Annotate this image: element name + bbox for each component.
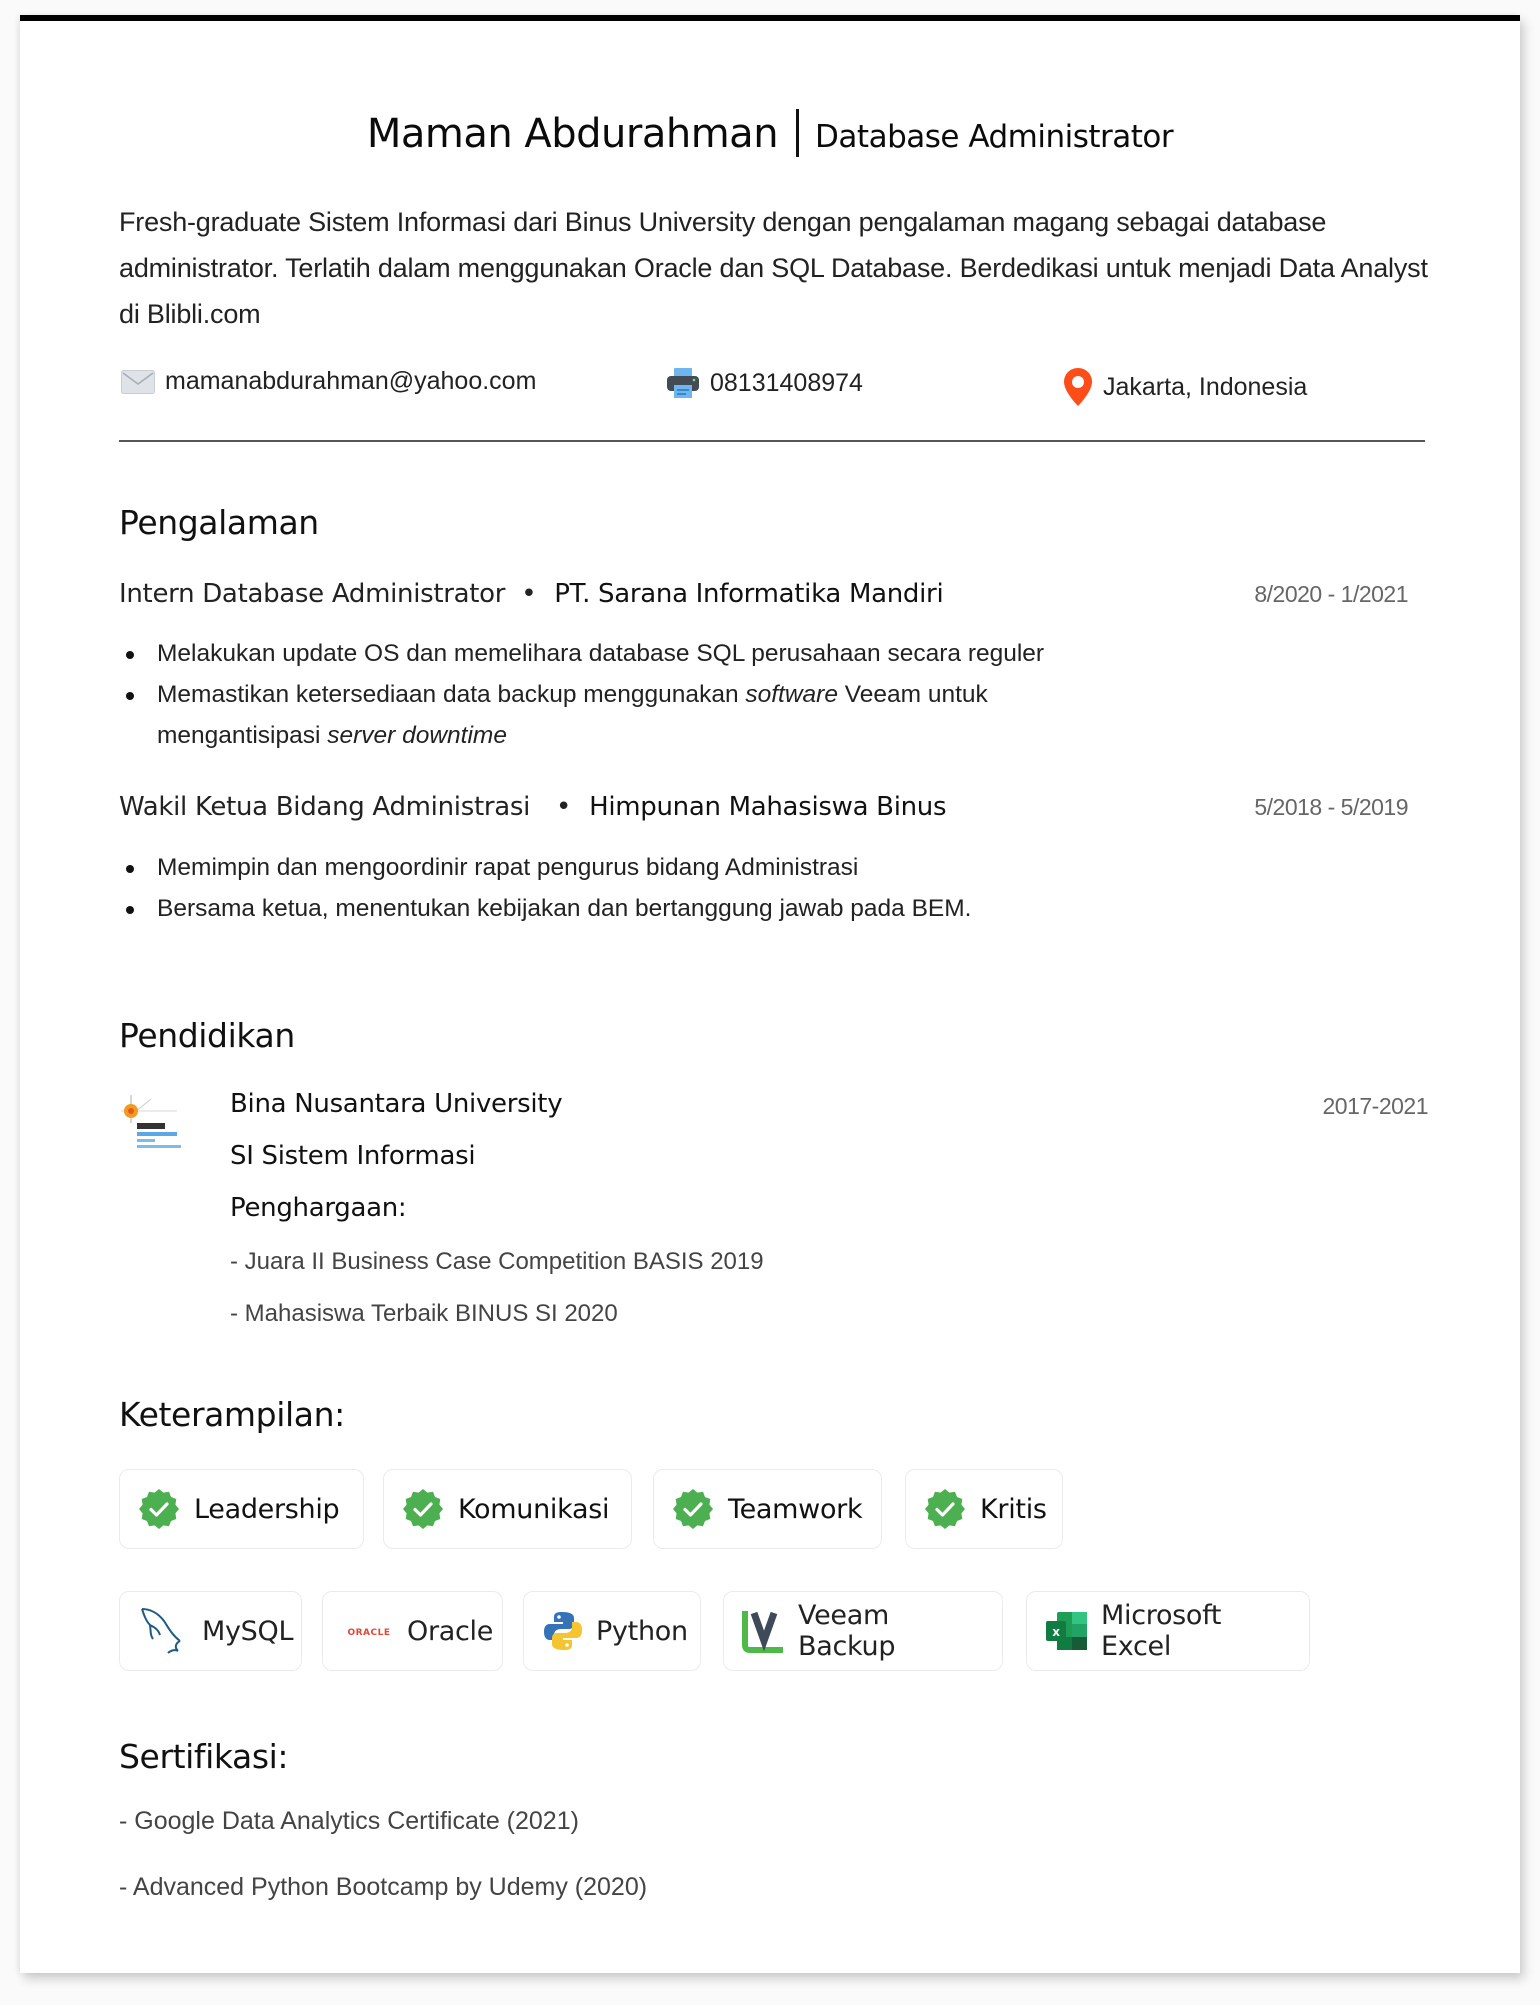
email-value: mamanabdurahman@yahoo.com xyxy=(165,367,537,395)
oracle-logo-icon: ORACLE xyxy=(341,1623,397,1639)
phone-value: 08131408974 xyxy=(710,368,863,397)
tech-pill-veeam-backup: Veeam Backup xyxy=(723,1591,1003,1671)
job-bullet-item: Bersama ketua, menentukan kebijakan dan … xyxy=(119,888,1219,929)
candidate-role: Database Administrator xyxy=(815,119,1174,155)
mysql-dolphin-icon xyxy=(138,1605,190,1657)
skill-label: Veeam Backup xyxy=(798,1600,896,1662)
binus-university-logo xyxy=(119,1093,203,1165)
tech-pill-microsoft-excel: x Microsoft Excel xyxy=(1026,1591,1310,1671)
map-pin-icon xyxy=(1063,367,1093,407)
experience-heading: Pengalaman xyxy=(119,503,319,542)
excel-logo-icon: x xyxy=(1045,1611,1089,1651)
verified-check-icon xyxy=(402,1488,444,1530)
skill-label: MySQL xyxy=(202,1615,294,1647)
contact-phone[interactable]: 08131408974 xyxy=(666,367,863,399)
job-bullet-item: Melakukan update OS dan memelihara datab… xyxy=(119,633,1129,674)
contact-location: Jakarta, Indonesia xyxy=(1063,367,1307,407)
tech-pill-python: Python xyxy=(523,1591,701,1671)
job-title-row: Intern Database Administrator • PT. Sarana… xyxy=(119,579,944,609)
job-title: Intern Database Administrator xyxy=(119,579,506,609)
verified-check-icon xyxy=(924,1488,966,1530)
resume-header: Maman Abdurahman Database Administrator xyxy=(20,109,1520,157)
job-date: 8/2020 - 1/2021 xyxy=(1254,581,1408,607)
svg-text:ORACLE: ORACLE xyxy=(347,1628,390,1638)
job-bullet-item: Memastikan ketersediaan data backup meng… xyxy=(119,674,1129,756)
school-name: Bina Nusantara University xyxy=(230,1089,563,1119)
award-item: - Mahasiswa Terbaik BINUS SI 2020 xyxy=(230,1300,618,1327)
education-date: 2017-2021 xyxy=(1322,1093,1429,1119)
title-separator xyxy=(796,109,800,157)
tech-pill-mysql: MySQL xyxy=(119,1591,302,1671)
job-separator: • xyxy=(556,792,572,822)
emphasized-text: server downtime xyxy=(327,722,507,749)
bullet-text: Memastikan ketersediaan data backup meng… xyxy=(157,681,746,708)
job-bullet-list: Melakukan update OS dan memelihara datab… xyxy=(119,633,1129,756)
certification-item: - Advanced Python Bootcamp by Udemy (202… xyxy=(119,1873,648,1901)
job-organization: Himpunan Mahasiswa Binus xyxy=(589,792,947,822)
skill-label: Komunikasi xyxy=(458,1493,610,1525)
skill-pill-komunikasi: Komunikasi xyxy=(383,1469,632,1549)
skill-label: Microsoft Excel xyxy=(1101,1600,1222,1662)
degree-name: SI Sistem Informasi xyxy=(230,1141,476,1171)
skill-label: Leadership xyxy=(194,1493,340,1525)
skill-label: Python xyxy=(596,1615,688,1647)
emphasized-text: software xyxy=(745,681,838,708)
summary-text: Fresh-graduate Sistem Informasi dari Bin… xyxy=(119,207,1428,329)
education-heading: Pendidikan xyxy=(119,1016,295,1055)
tech-pill-oracle: ORACLE Oracle xyxy=(322,1591,503,1671)
skill-pill-leadership: Leadership xyxy=(119,1469,364,1549)
job-bullet-list: Memimpin dan mengoordinir rapat pengurus… xyxy=(119,847,1219,929)
bullet-text: Bersama ketua, menentukan kebijakan dan … xyxy=(157,895,972,922)
skill-label: Kritis xyxy=(980,1493,1047,1525)
resume-card: Maman Abdurahman Database Administrator F… xyxy=(20,15,1520,1973)
job-bullet-item: Memimpin dan mengoordinir rapat pengurus… xyxy=(119,847,1219,888)
awards-label: Penghargaan: xyxy=(230,1193,407,1223)
python-logo-icon xyxy=(542,1610,584,1652)
job-title-row: Wakil Ketua Bidang Administrasi • Himpunan… xyxy=(119,792,947,822)
bullet-text: Melakukan update OS dan memelihara datab… xyxy=(157,640,1045,667)
veeam-logo-icon xyxy=(742,1609,786,1653)
skill-label: Oracle xyxy=(407,1615,494,1647)
skills-heading: Keterampilan: xyxy=(119,1395,345,1434)
printer-icon xyxy=(666,367,700,399)
mail-icon xyxy=(121,369,155,394)
skill-label: Teamwork xyxy=(728,1493,863,1525)
job-organization: PT. Sarana Informatika Mandiri xyxy=(554,579,944,609)
verified-check-icon xyxy=(138,1488,180,1530)
contact-email[interactable]: mamanabdurahman@yahoo.com xyxy=(121,367,536,396)
skill-pill-kritis: Kritis xyxy=(905,1469,1063,1549)
header-divider xyxy=(119,440,1425,442)
award-item: - Juara II Business Case Competition BAS… xyxy=(230,1248,764,1275)
skill-pill-teamwork: Teamwork xyxy=(653,1469,882,1549)
location-value: Jakarta, Indonesia xyxy=(1103,372,1308,401)
certification-item: - Google Data Analytics Certificate (202… xyxy=(119,1807,579,1835)
bullet-text: Memimpin dan mengoordinir rapat pengurus… xyxy=(157,854,859,881)
candidate-name: Maman Abdurahman xyxy=(366,111,779,157)
svg-text:x: x xyxy=(1052,1625,1060,1639)
certifications-heading: Sertifikasi: xyxy=(119,1737,289,1776)
job-title: Wakil Ketua Bidang Administrasi xyxy=(119,792,531,822)
job-separator: • xyxy=(521,579,537,609)
verified-check-icon xyxy=(672,1488,714,1530)
job-date: 5/2018 - 5/2019 xyxy=(1254,794,1408,820)
